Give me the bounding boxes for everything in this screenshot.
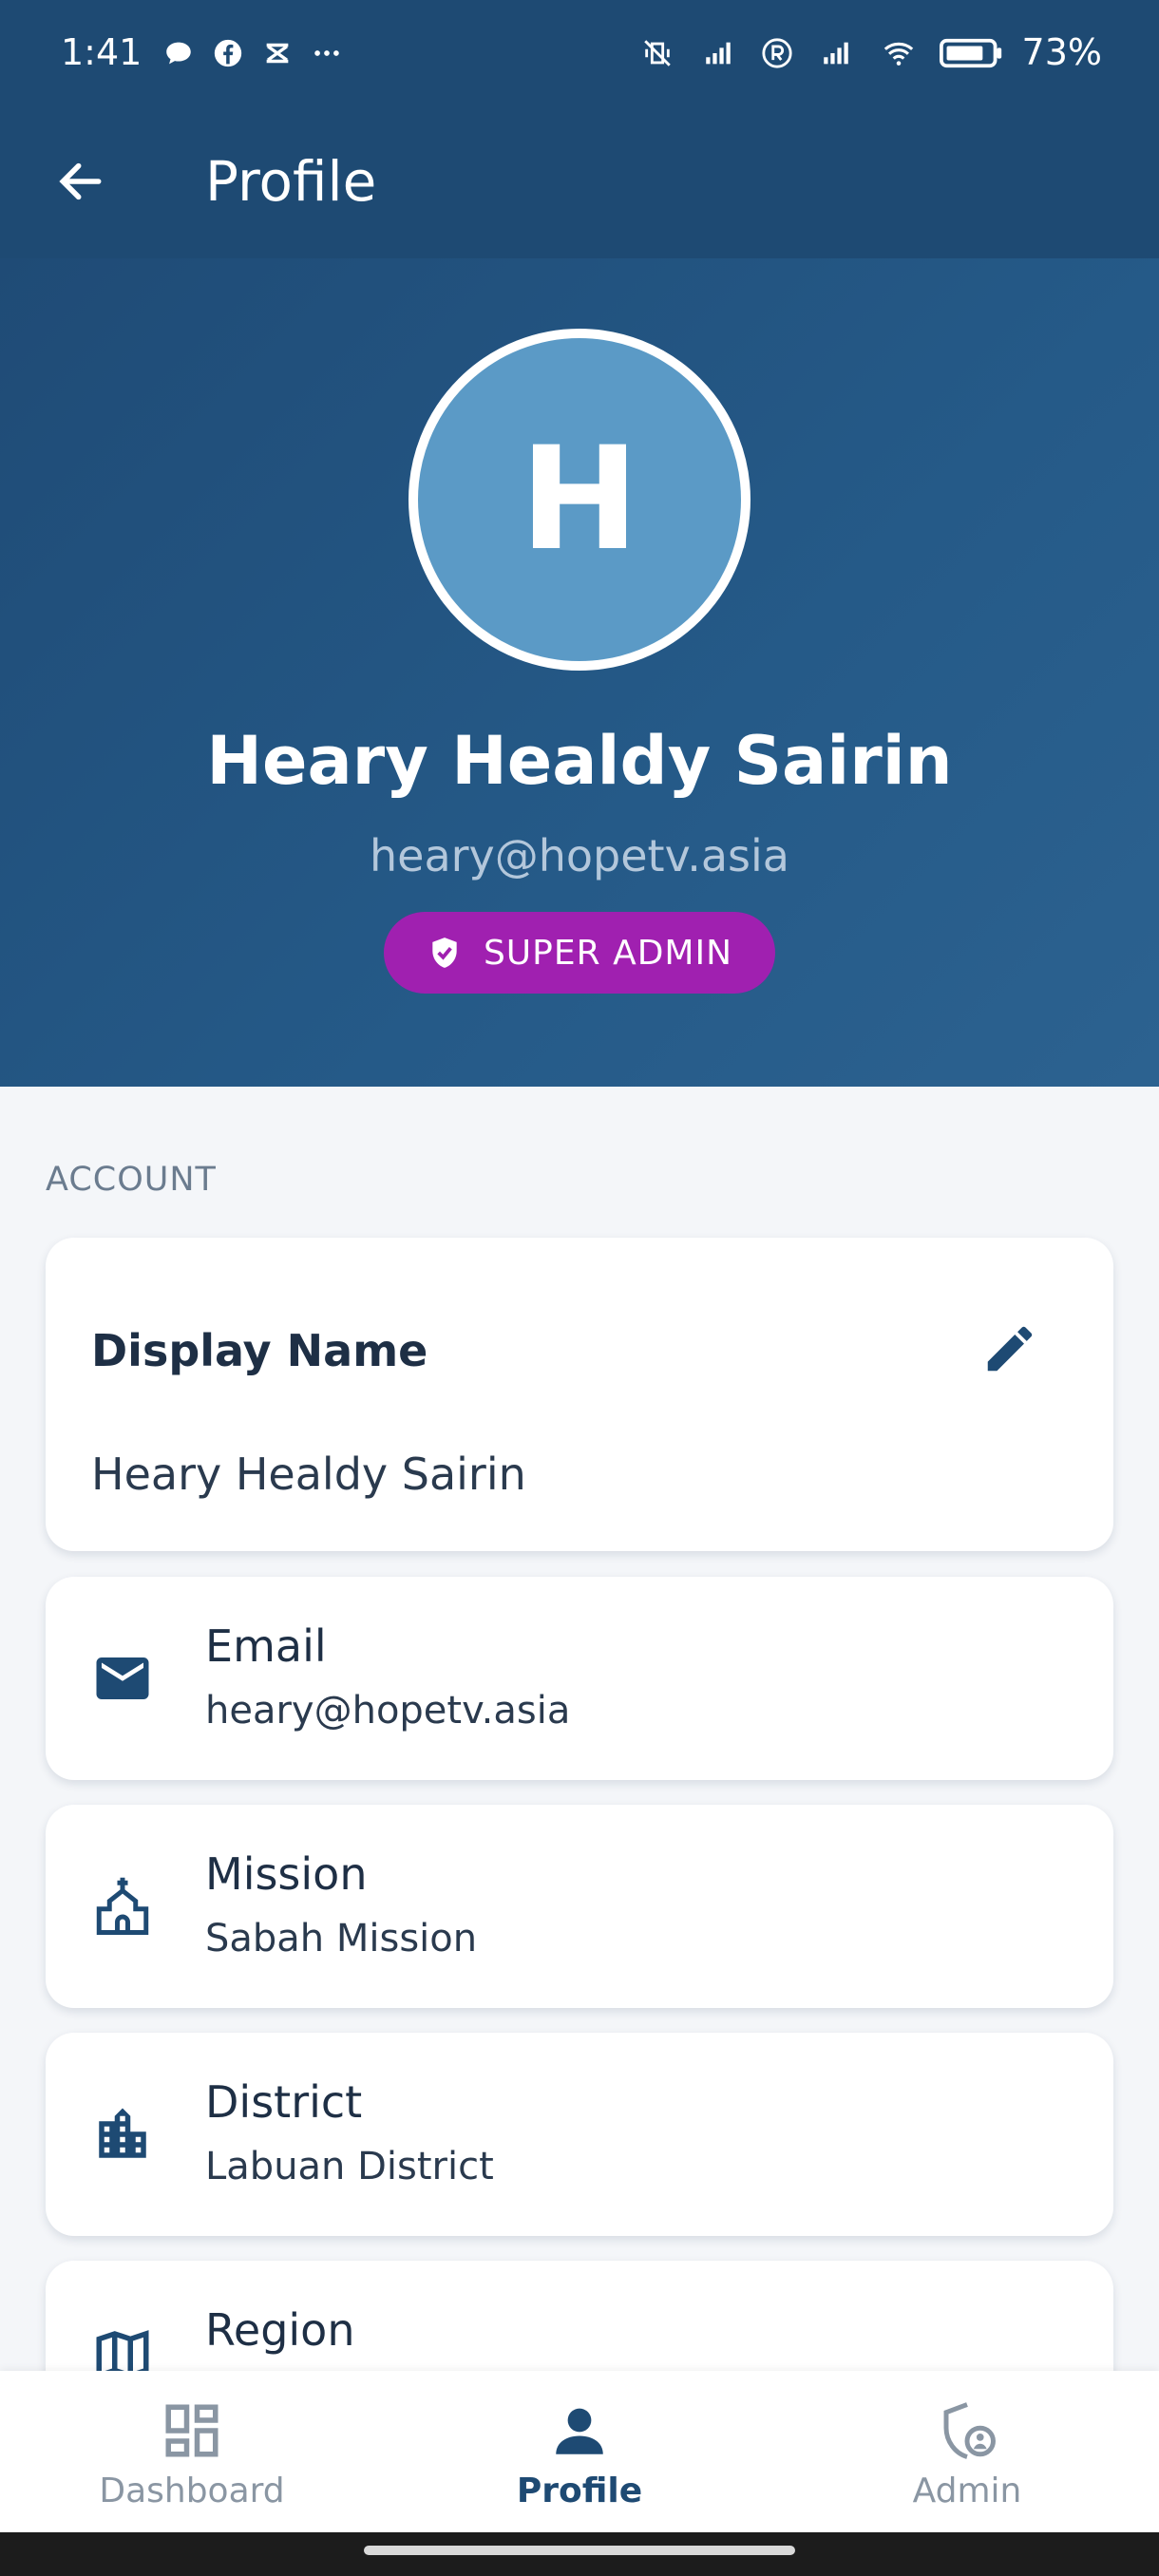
status-time: 1:41 — [61, 31, 142, 73]
nav-profile[interactable]: Profile — [437, 2371, 722, 2532]
section-account-label: ACCOUNT — [46, 1161, 217, 1199]
church-icon — [91, 1875, 154, 1938]
capcut-notification-icon — [261, 36, 294, 68]
signal-2-icon — [813, 36, 859, 68]
district-label: District — [205, 2076, 363, 2128]
wifi-icon — [876, 36, 922, 68]
nav-dashboard[interactable]: Dashboard — [49, 2371, 334, 2532]
building-icon — [91, 2103, 154, 2166]
email-label: Email — [205, 1620, 327, 1672]
nav-dashboard-label: Dashboard — [99, 2472, 285, 2510]
back-button[interactable] — [48, 148, 114, 215]
dashboard-icon — [165, 2404, 218, 2457]
role-label: SUPER ADMIN — [483, 933, 733, 973]
profile-header: H Heary Healdy Sairin heary@hopetv.asia … — [0, 258, 1159, 1087]
mission-label: Mission — [205, 1848, 368, 1900]
role-badge: SUPER ADMIN — [384, 912, 775, 994]
system-gesture-bar — [0, 2532, 1159, 2576]
region-label: Region — [205, 2304, 355, 2356]
signal-icon — [695, 36, 741, 68]
bottom-navigation: Dashboard Profile Admin — [0, 2371, 1159, 2532]
admin-shield-icon — [943, 2402, 996, 2459]
display-name-card: Display Name Heary Healdy Sairin — [46, 1238, 1113, 1551]
nav-admin[interactable]: Admin — [825, 2371, 1110, 2532]
nav-admin-label: Admin — [912, 2472, 1022, 2510]
avatar: H — [408, 329, 750, 671]
status-bar: 1:41 73% — [0, 0, 1159, 104]
more-notifications-icon — [311, 36, 343, 68]
roaming-icon — [758, 36, 796, 68]
battery-icon — [939, 36, 1005, 68]
mail-icon — [91, 1647, 154, 1710]
app-bar: Profile — [0, 104, 1159, 258]
page-title: Profile — [205, 149, 377, 214]
pencil-icon — [987, 1326, 1033, 1372]
district-card: District Labuan District — [46, 2033, 1113, 2236]
user-email: heary@hopetv.asia — [369, 830, 789, 881]
display-name-title: Display Name — [91, 1325, 428, 1376]
person-icon — [556, 2408, 603, 2454]
display-name-value: Heary Healdy Sairin — [91, 1449, 526, 1500]
email-value: heary@hopetv.asia — [205, 1689, 571, 1733]
home-gesture-handle[interactable] — [364, 2546, 795, 2555]
facebook-notification-icon — [212, 36, 244, 68]
district-value: Labuan District — [205, 2145, 494, 2188]
arrow-left-icon — [59, 162, 102, 200]
user-name: Heary Healdy Sairin — [206, 722, 953, 800]
vibrate-off-icon — [636, 36, 678, 68]
edit-display-name-button[interactable] — [977, 1316, 1043, 1382]
nav-profile-label: Profile — [516, 2472, 643, 2510]
verified-shield-icon — [432, 938, 457, 968]
battery-level: 73% — [1021, 31, 1102, 73]
chat-notification-icon — [162, 36, 195, 68]
mission-card: Mission Sabah Mission — [46, 1805, 1113, 2008]
email-card: Email heary@hopetv.asia — [46, 1577, 1113, 1780]
mission-value: Sabah Mission — [205, 1917, 478, 1960]
